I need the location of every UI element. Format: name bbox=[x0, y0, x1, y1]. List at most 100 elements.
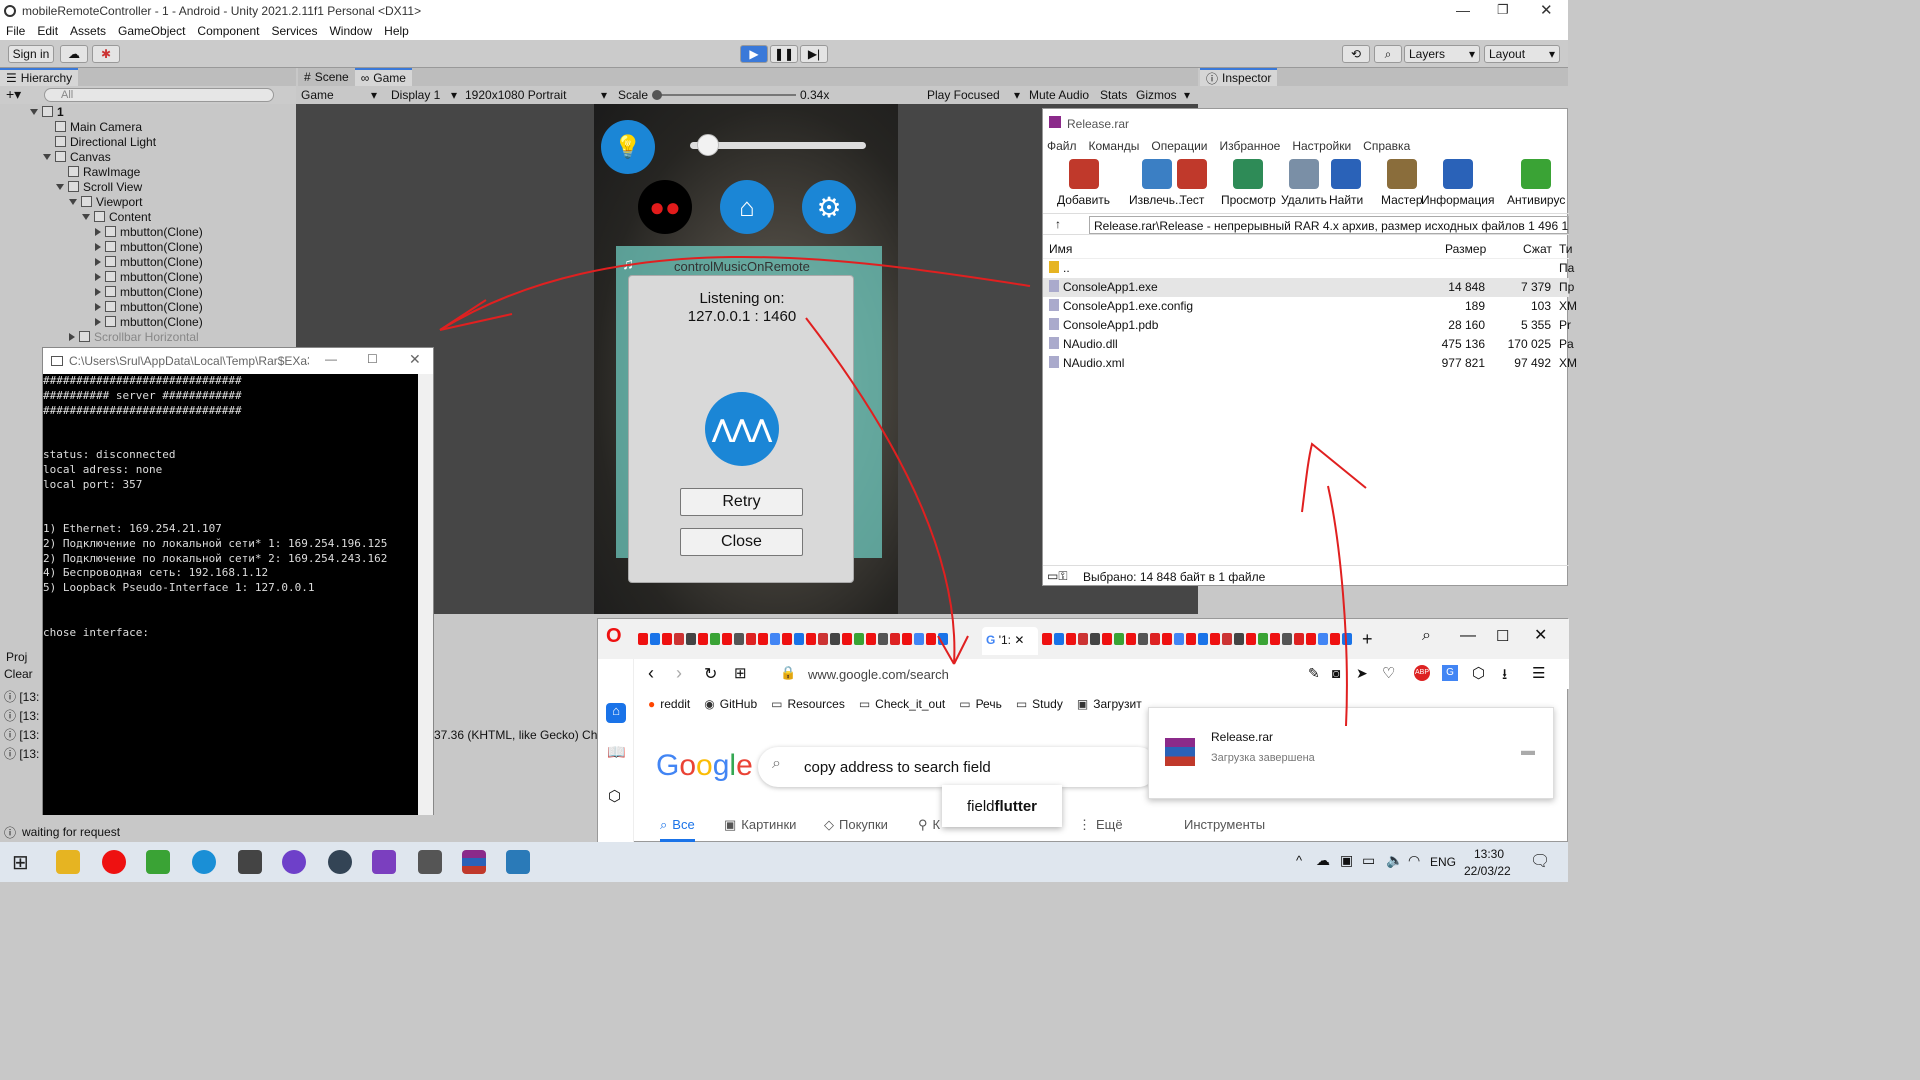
close-window-button[interactable]: ✕ bbox=[409, 351, 421, 368]
tab-favicon-icon[interactable] bbox=[1174, 633, 1184, 645]
cloud-icon[interactable]: ☁ bbox=[60, 45, 88, 63]
log-row[interactable]: ⓘ [13: bbox=[4, 688, 39, 705]
file-row[interactable]: ConsoleApp1.exe.config 189 103 XM bbox=[1043, 297, 1577, 316]
tab-favicon-icon[interactable] bbox=[926, 633, 936, 645]
tab-favicon-icon[interactable] bbox=[1042, 633, 1052, 645]
expand-right-icon[interactable] bbox=[95, 272, 101, 281]
more-tabs[interactable] bbox=[1042, 633, 1352, 647]
tab-favicon-icon[interactable] bbox=[698, 633, 708, 645]
menu-file[interactable]: File bbox=[0, 24, 31, 38]
download-filename[interactable]: Release.rar bbox=[1211, 730, 1273, 744]
tab-favicon-icon[interactable] bbox=[830, 633, 840, 645]
menu-window[interactable]: Window bbox=[323, 24, 378, 38]
unity-icon[interactable] bbox=[418, 850, 442, 874]
tab-favicon-icon[interactable] bbox=[746, 633, 756, 645]
hierarchy-item[interactable]: Main Camera bbox=[0, 119, 296, 134]
layers-dropdown[interactable]: Layers ▾ bbox=[1404, 45, 1480, 63]
new-tab-button[interactable]: + bbox=[1362, 629, 1373, 650]
tab-favicon-icon[interactable] bbox=[1294, 633, 1304, 645]
mute-audio-toggle[interactable]: Mute Audio bbox=[1029, 88, 1089, 102]
close-window-button[interactable]: ✕ bbox=[1540, 1, 1553, 19]
winrar-tool-button[interactable]: Антивирус bbox=[1507, 159, 1565, 207]
tray-chevron-icon[interactable]: ^ bbox=[1296, 853, 1302, 868]
reload-icon[interactable]: ↻ bbox=[704, 664, 717, 684]
book-icon[interactable]: 📖 bbox=[607, 743, 626, 761]
forward-icon[interactable]: › bbox=[676, 663, 682, 684]
maximize-button[interactable]: ❐ bbox=[1497, 2, 1509, 18]
notepad-icon[interactable] bbox=[146, 850, 170, 874]
bookmark-item[interactable]: ◉ GitHub bbox=[704, 697, 757, 711]
camera-icon[interactable]: ◙ bbox=[1332, 665, 1340, 681]
search-tab[interactable]: ⚲ К bbox=[918, 817, 940, 833]
maximize-button[interactable]: ☐ bbox=[367, 352, 378, 366]
close-tab-icon[interactable]: ✕ bbox=[1014, 633, 1024, 647]
hierarchy-item[interactable]: Viewport bbox=[0, 194, 296, 209]
tab-favicon-icon[interactable] bbox=[710, 633, 720, 645]
minimize-button[interactable]: — bbox=[1456, 2, 1470, 18]
collab-icon[interactable]: ✱ bbox=[92, 45, 120, 63]
tab-favicon-icon[interactable] bbox=[1138, 633, 1148, 645]
tab-active[interactable]: G '1: ✕ bbox=[982, 627, 1038, 655]
tab-favicon-icon[interactable] bbox=[650, 633, 660, 645]
winrar-menu-item[interactable]: Справка bbox=[1363, 139, 1410, 153]
expand-down-icon[interactable] bbox=[56, 183, 64, 190]
address-bar[interactable]: www.google.com/search bbox=[808, 667, 949, 682]
file-row[interactable]: .. Па bbox=[1043, 259, 1574, 278]
back-icon[interactable]: ‹ bbox=[648, 663, 654, 684]
cube-icon[interactable]: ⬡ bbox=[1472, 664, 1485, 682]
hierarchy-item[interactable]: mbutton(Clone) bbox=[0, 269, 296, 284]
play-focused-dropdown[interactable]: Play Focused bbox=[927, 88, 1000, 102]
search-query[interactable]: copy address to search field bbox=[804, 759, 991, 776]
expand-right-icon[interactable] bbox=[95, 302, 101, 311]
menu-services[interactable]: Services bbox=[265, 24, 323, 38]
expand-right-icon[interactable] bbox=[95, 317, 101, 326]
tab-favicon-icon[interactable] bbox=[1258, 633, 1268, 645]
gear-icon[interactable]: ⚙ bbox=[802, 180, 856, 234]
col-packed[interactable]: Сжат bbox=[1523, 242, 1552, 256]
tab-favicon-icon[interactable] bbox=[662, 633, 672, 645]
search-tab[interactable]: ⋮ Ещё bbox=[1078, 817, 1123, 833]
winrar-menu-item[interactable]: Файл bbox=[1047, 139, 1077, 153]
device-icon[interactable]: ▣ bbox=[1340, 852, 1353, 869]
search-tab[interactable]: ▣ Картинки bbox=[724, 817, 796, 833]
tab-favicon-icon[interactable] bbox=[1270, 633, 1280, 645]
unity-hub-icon[interactable] bbox=[238, 850, 262, 874]
tab-favicon-icon[interactable] bbox=[938, 633, 948, 645]
hierarchy-item[interactable]: Scroll View bbox=[0, 179, 296, 194]
tab-inspector[interactable]: ⓘ Inspector bbox=[1200, 68, 1278, 86]
log-row[interactable]: ⓘ [13: bbox=[4, 707, 39, 724]
tab-favicon-icon[interactable] bbox=[734, 633, 744, 645]
path-field[interactable]: Release.rar\Release - непрерывный RAR 4.… bbox=[1089, 216, 1569, 234]
home-icon[interactable]: ⌂ bbox=[606, 703, 626, 723]
hierarchy-item[interactable]: Directional Light bbox=[0, 134, 296, 149]
console-scrollbar[interactable] bbox=[418, 374, 433, 815]
battery-icon[interactable]: ▭ bbox=[1362, 852, 1375, 869]
winrar-tool-button[interactable]: Тест bbox=[1177, 159, 1207, 207]
expand-right-icon[interactable] bbox=[95, 227, 101, 236]
tab-favicon-icon[interactable] bbox=[674, 633, 684, 645]
expand-down-icon[interactable] bbox=[30, 108, 38, 115]
minimize-button[interactable]: — bbox=[325, 352, 337, 366]
tab-favicon-icon[interactable] bbox=[914, 633, 924, 645]
winrar-tool-button[interactable]: Информация bbox=[1421, 159, 1494, 207]
stats-toggle[interactable]: Stats bbox=[1100, 88, 1127, 102]
menu-gameobject[interactable]: GameObject bbox=[112, 24, 191, 38]
close-window-button[interactable]: ✕ bbox=[1534, 625, 1547, 645]
menu-icon[interactable]: ☰ bbox=[1532, 664, 1545, 682]
winrar-menu-item[interactable]: Избранное bbox=[1220, 139, 1281, 153]
clear-button[interactable]: Clear bbox=[4, 667, 33, 681]
resolution-dropdown[interactable]: 1920x1080 Portrait bbox=[465, 88, 566, 102]
wifi-icon[interactable]: ◠ bbox=[1408, 852, 1420, 869]
heart-icon[interactable]: ♡ bbox=[1382, 664, 1395, 682]
slider-knob[interactable] bbox=[696, 134, 719, 156]
hierarchy-item[interactable]: mbutton(Clone) bbox=[0, 299, 296, 314]
expand-right-icon[interactable] bbox=[95, 287, 101, 296]
up-arrow-icon[interactable]: ↑ bbox=[1055, 217, 1061, 231]
bookmark-item[interactable]: ▭ Resources bbox=[771, 697, 845, 711]
gizmos-toggle[interactable]: Gizmos bbox=[1136, 88, 1177, 102]
pinned-tabs[interactable] bbox=[638, 633, 978, 647]
search-icon[interactable]: ⌕ bbox=[1374, 45, 1402, 63]
expand-down-icon[interactable] bbox=[82, 213, 90, 220]
menu-edit[interactable]: Edit bbox=[31, 24, 64, 38]
winrar-tool-button[interactable]: Удалить bbox=[1281, 159, 1327, 207]
